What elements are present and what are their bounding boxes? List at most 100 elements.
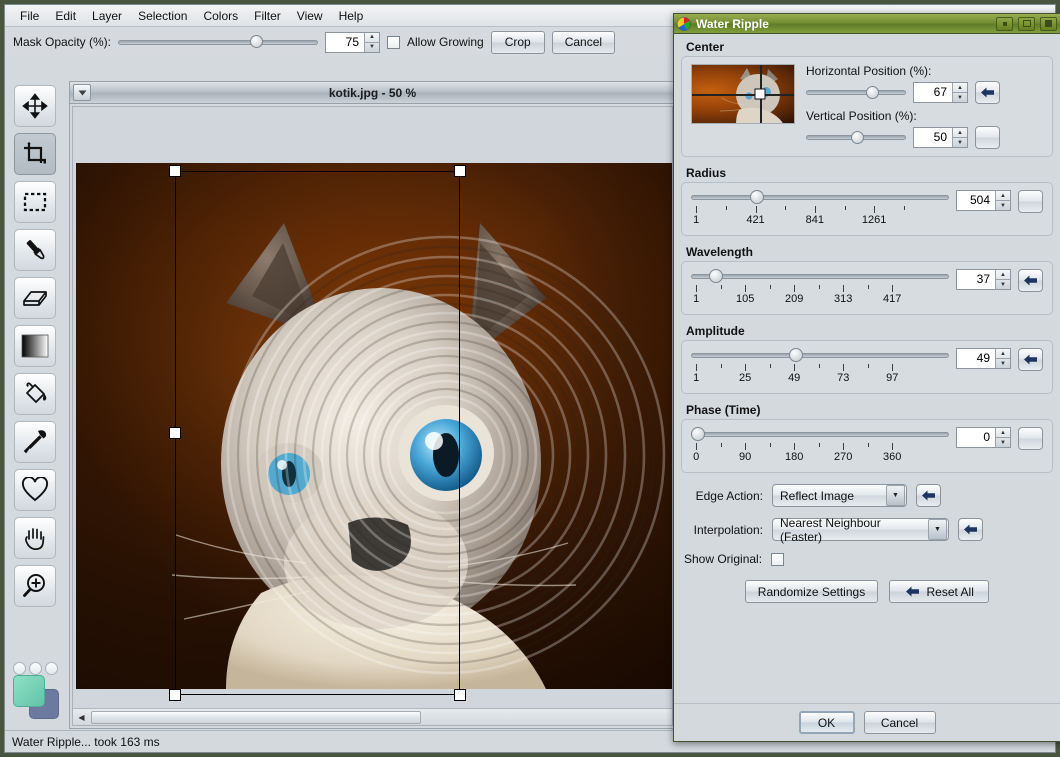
swatch-dot-2[interactable] bbox=[29, 662, 42, 675]
mask-opacity-spin-arrows[interactable]: ▲ ▼ bbox=[364, 32, 380, 52]
menu-filter[interactable]: Filter bbox=[247, 6, 288, 26]
radius-spin-arrows[interactable]: ▲ ▼ bbox=[995, 191, 1010, 210]
color-mode-dots[interactable] bbox=[13, 662, 58, 675]
interpolation-combobox[interactable]: Nearest Neighbour (Faster) ▼ bbox=[772, 516, 949, 544]
spin-down-icon[interactable]: ▼ bbox=[996, 280, 1010, 289]
horizontal-position-slider[interactable] bbox=[806, 85, 906, 101]
wavelength-slider-knob[interactable] bbox=[709, 269, 724, 283]
mask-opacity-slider-knob[interactable] bbox=[250, 35, 264, 48]
mask-opacity-stepper[interactable]: 75 ▲ ▼ bbox=[325, 31, 381, 53]
horizontal-scrollbar-thumb[interactable] bbox=[91, 710, 421, 724]
amplitude-value[interactable]: 49 bbox=[957, 349, 995, 368]
spin-down-icon[interactable]: ▼ bbox=[996, 359, 1010, 368]
spin-up-icon[interactable]: ▲ bbox=[953, 83, 967, 93]
selection-handle-bottom-right[interactable] bbox=[454, 689, 466, 701]
vertical-position-value[interactable]: 50 bbox=[914, 128, 952, 147]
cancel-crop-button[interactable]: Cancel bbox=[551, 30, 616, 54]
edge-action-reset-button[interactable] bbox=[916, 484, 941, 507]
preview-center-handle[interactable] bbox=[754, 88, 766, 100]
dialog-cancel-button[interactable]: Cancel bbox=[863, 711, 936, 734]
radius-reset-button[interactable] bbox=[1018, 190, 1043, 213]
dialog-close-button[interactable] bbox=[1040, 16, 1057, 31]
menu-selection[interactable]: Selection bbox=[131, 6, 194, 26]
crop-tool[interactable] bbox=[14, 133, 56, 175]
crop-button[interactable]: Crop bbox=[490, 30, 545, 54]
randomize-settings-button[interactable]: Randomize Settings bbox=[744, 580, 879, 603]
wavelength-value[interactable]: 37 bbox=[957, 270, 995, 289]
radius-stepper[interactable]: 504 ▲ ▼ bbox=[956, 190, 1011, 211]
wavelength-spin-arrows[interactable]: ▲ ▼ bbox=[995, 270, 1010, 289]
vertical-position-slider-knob[interactable] bbox=[851, 130, 864, 144]
move-tool[interactable] bbox=[14, 85, 56, 127]
paintbrush-tool[interactable] bbox=[14, 229, 56, 271]
horizontal-position-spin-arrows[interactable]: ▲ ▼ bbox=[952, 83, 967, 102]
eraser-tool[interactable] bbox=[14, 277, 56, 319]
amplitude-reset-button[interactable] bbox=[1018, 348, 1043, 371]
spin-up-icon[interactable]: ▲ bbox=[996, 270, 1010, 280]
swatch-dot-1[interactable] bbox=[13, 662, 26, 675]
shape-tool[interactable] bbox=[14, 469, 56, 511]
spin-up-icon[interactable]: ▲ bbox=[996, 349, 1010, 359]
horizontal-position-slider-knob[interactable] bbox=[866, 85, 879, 99]
horizontal-position-value[interactable]: 67 bbox=[914, 83, 952, 102]
phase-stepper[interactable]: 0 ▲ ▼ bbox=[956, 427, 1011, 448]
amplitude-slider[interactable] bbox=[691, 348, 949, 363]
spin-down-icon[interactable]: ▼ bbox=[996, 438, 1010, 447]
selection-handle-top-left[interactable] bbox=[169, 165, 181, 177]
swatch-dot-3[interactable] bbox=[45, 662, 58, 675]
spin-up-icon[interactable]: ▲ bbox=[953, 128, 967, 138]
show-original-checkbox[interactable] bbox=[771, 552, 785, 566]
dialog-titlebar[interactable]: Water Ripple bbox=[674, 14, 1060, 34]
menu-file[interactable]: File bbox=[13, 6, 46, 26]
zoom-tool[interactable] bbox=[14, 565, 56, 607]
spin-up-icon[interactable]: ▲ bbox=[996, 428, 1010, 438]
menu-colors[interactable]: Colors bbox=[196, 6, 245, 26]
amplitude-stepper[interactable]: 49 ▲ ▼ bbox=[956, 348, 1011, 369]
selection-handle-bottom-left[interactable] bbox=[169, 689, 181, 701]
spin-down-icon[interactable]: ▼ bbox=[953, 138, 967, 147]
document-menu-button[interactable] bbox=[73, 84, 91, 101]
horizontal-position-reset-button[interactable] bbox=[975, 81, 1000, 104]
dialog-maximize-button[interactable] bbox=[1018, 16, 1035, 31]
reset-all-button[interactable]: Reset All bbox=[889, 580, 990, 603]
color-picker-tool[interactable] bbox=[14, 421, 56, 463]
foreground-color-swatch[interactable] bbox=[13, 675, 45, 707]
phase-value[interactable]: 0 bbox=[957, 428, 995, 447]
phase-reset-button[interactable] bbox=[1018, 427, 1043, 450]
spin-up-icon[interactable]: ▲ bbox=[365, 33, 380, 43]
interpolation-reset-button[interactable] bbox=[958, 518, 983, 541]
vertical-position-stepper[interactable]: 50 ▲ ▼ bbox=[913, 127, 968, 148]
menu-help[interactable]: Help bbox=[332, 6, 371, 26]
allow-growing-checkbox[interactable] bbox=[387, 35, 401, 49]
gradient-tool[interactable] bbox=[14, 325, 56, 367]
edge-action-combobox[interactable]: Reflect Image ▼ bbox=[772, 484, 907, 507]
menu-layer[interactable]: Layer bbox=[85, 6, 129, 26]
wavelength-stepper[interactable]: 37 ▲ ▼ bbox=[956, 269, 1011, 290]
spin-up-icon[interactable]: ▲ bbox=[996, 191, 1010, 201]
amplitude-spin-arrows[interactable]: ▲ ▼ bbox=[995, 349, 1010, 368]
radius-value[interactable]: 504 bbox=[957, 191, 995, 210]
center-position-preview[interactable] bbox=[691, 64, 795, 124]
vertical-position-slider[interactable] bbox=[806, 130, 906, 146]
vertical-position-reset-button[interactable] bbox=[975, 126, 1000, 149]
dialog-minimize-button[interactable] bbox=[996, 16, 1013, 31]
selection-handle-top-right[interactable] bbox=[454, 165, 466, 177]
ok-button[interactable]: OK bbox=[798, 711, 855, 734]
scroll-left-arrow-icon[interactable]: ◀ bbox=[73, 709, 90, 726]
spin-down-icon[interactable]: ▼ bbox=[365, 43, 379, 52]
wavelength-slider[interactable] bbox=[691, 269, 949, 284]
mask-opacity-value[interactable]: 75 bbox=[326, 32, 365, 52]
selection-handle-middle-left[interactable] bbox=[169, 427, 181, 439]
phase-slider-knob[interactable] bbox=[691, 427, 705, 441]
spin-down-icon[interactable]: ▼ bbox=[953, 93, 967, 102]
menu-edit[interactable]: Edit bbox=[48, 6, 83, 26]
spin-down-icon[interactable]: ▼ bbox=[996, 201, 1010, 210]
radius-slider[interactable] bbox=[691, 190, 949, 205]
menu-view[interactable]: View bbox=[290, 6, 330, 26]
horizontal-position-stepper[interactable]: 67 ▲ ▼ bbox=[913, 82, 968, 103]
horizontal-scrollbar[interactable]: ◀ bbox=[73, 708, 672, 725]
phase-slider[interactable] bbox=[691, 427, 949, 442]
amplitude-slider-knob[interactable] bbox=[789, 348, 804, 362]
pan-tool[interactable] bbox=[14, 517, 56, 559]
image-canvas[interactable] bbox=[73, 107, 672, 707]
